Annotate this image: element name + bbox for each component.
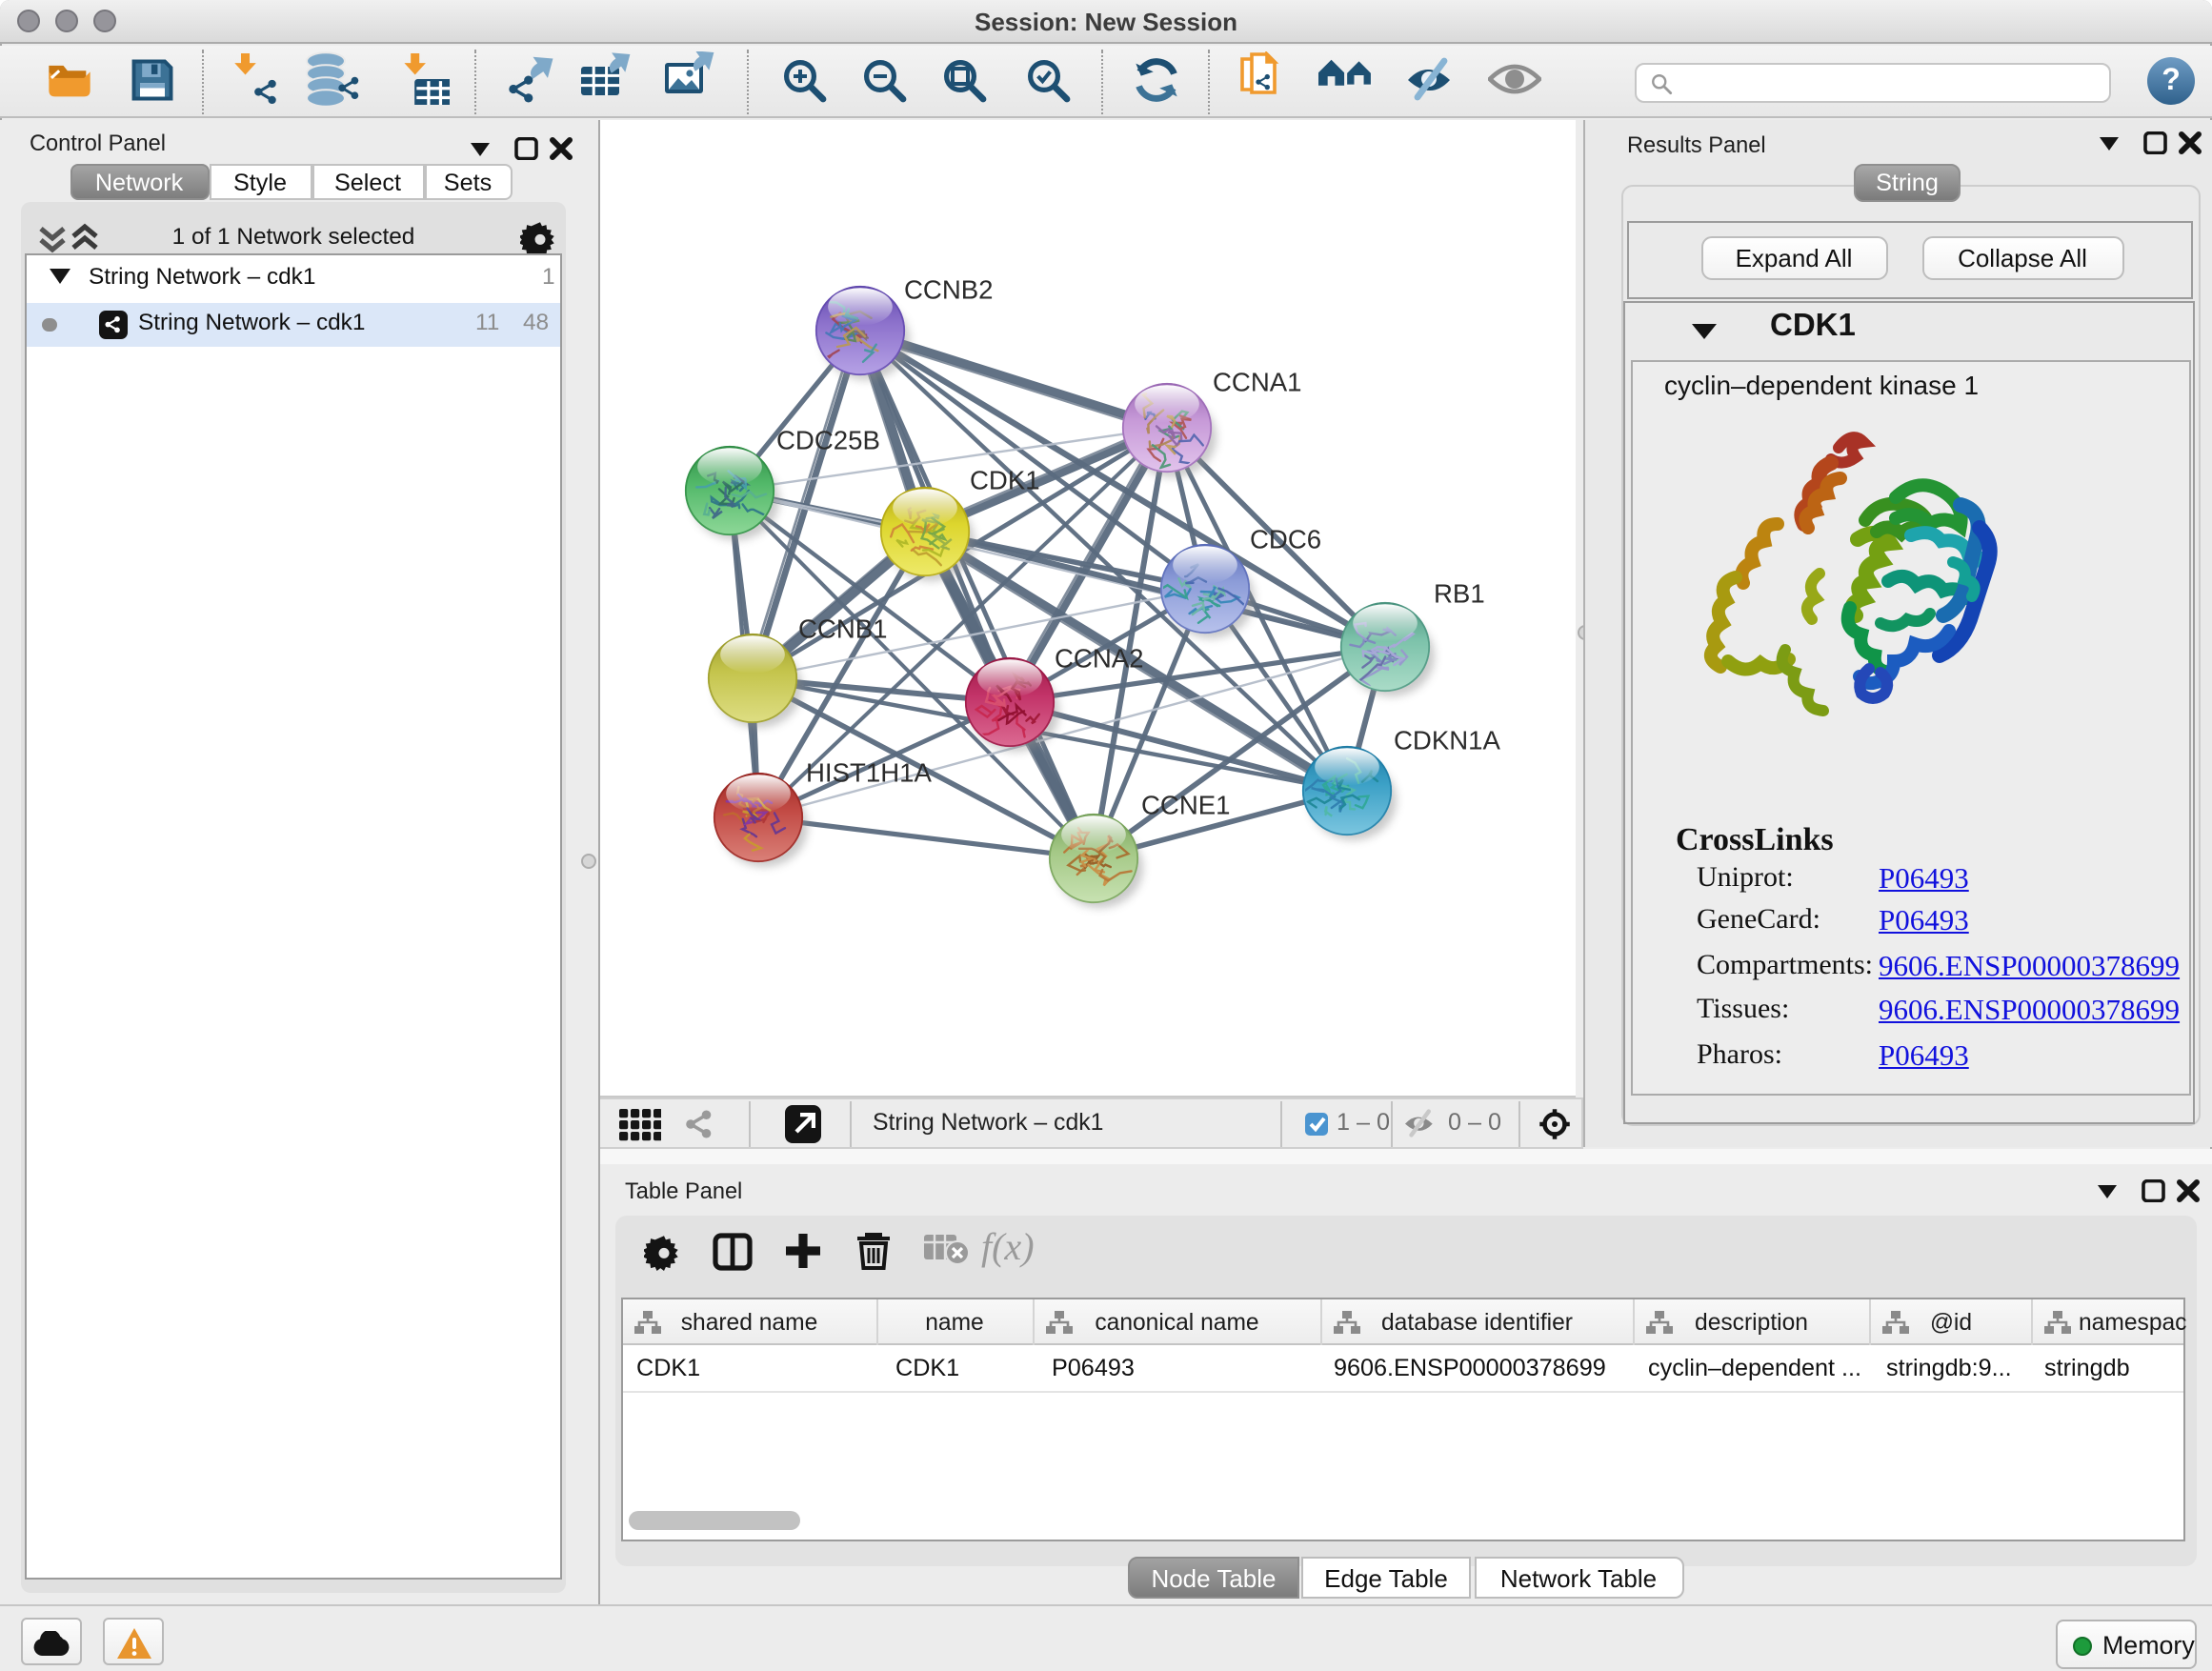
svg-text:CCNA1: CCNA1 <box>1213 367 1302 396</box>
svg-text:CDK1: CDK1 <box>970 465 1040 494</box>
svg-text:RB1: RB1 <box>1434 578 1485 608</box>
svg-text:CCNE1: CCNE1 <box>1141 790 1231 819</box>
svg-text:CCNB2: CCNB2 <box>904 274 994 304</box>
svg-text:HIST1H1A: HIST1H1A <box>806 757 932 787</box>
svg-text:CDC6: CDC6 <box>1250 524 1321 554</box>
svg-text:CCNB1: CCNB1 <box>798 614 888 643</box>
svg-text:CCNA2: CCNA2 <box>1055 643 1144 673</box>
svg-text:CDC25B: CDC25B <box>776 425 880 454</box>
svg-text:CDKN1A: CDKN1A <box>1394 725 1501 755</box>
